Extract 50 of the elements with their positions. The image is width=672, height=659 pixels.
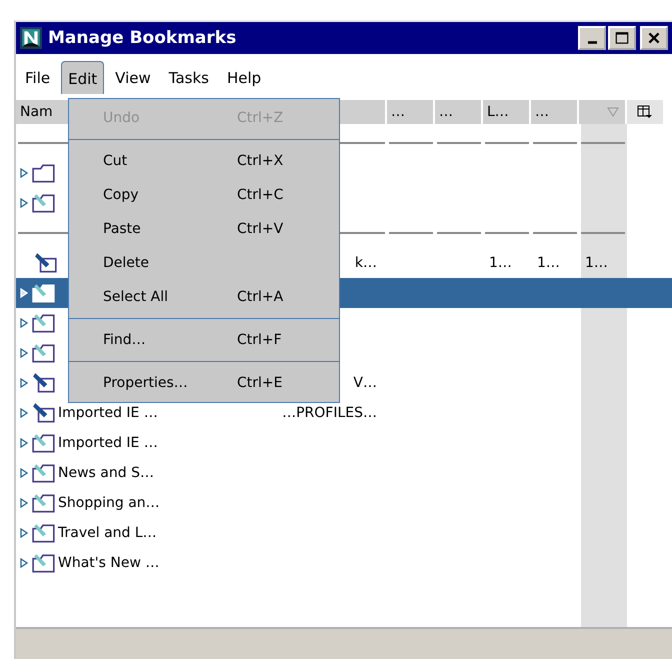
table-cell: k… [354,255,377,271]
menu-command[interactable]: Delete [69,246,339,280]
expand-icon[interactable] [20,528,28,538]
menu-command[interactable]: Copy Ctrl+C [69,178,339,212]
column-picker-button[interactable] [627,100,663,124]
menu-item[interactable]: Tasks [162,60,216,94]
menu-command[interactable]: Paste Ctrl+V [69,212,339,246]
menu-item[interactable]: View [108,60,158,94]
expand-icon[interactable] [20,198,28,208]
menu-command[interactable]: Properties… Ctrl+E [69,366,339,400]
table-cell: 1… [585,255,608,271]
expand-icon[interactable] [20,378,28,388]
column-header[interactable]: … [387,100,433,124]
table-cell: 1… [537,255,560,271]
close-button[interactable] [640,26,668,50]
app-icon [20,27,42,49]
column-header[interactable]: … [435,100,481,124]
menu-item[interactable]: Help [220,60,268,94]
table-cell: 1… [489,255,512,271]
bookmark-name: What's New … [58,555,160,571]
table-cell: V… [353,375,377,391]
maximize-icon [614,31,630,45]
column-header[interactable]: … [531,100,577,124]
column-picker-icon [637,104,653,120]
bookmark-name: Imported IE … [58,405,158,421]
sort-indicator-icon [607,107,619,117]
maximize-button[interactable] [608,26,636,50]
window-title: Manage Bookmarks [48,28,238,48]
expand-icon[interactable] [20,348,28,358]
column-header[interactable]: L… [483,100,529,124]
menu-command[interactable]: Select All Ctrl+A [69,280,339,314]
expand-icon[interactable] [20,558,28,568]
menu-command[interactable]: Find… Ctrl+F [69,323,339,357]
minimize-button[interactable] [578,26,606,50]
expand-icon[interactable] [20,168,28,178]
expand-icon[interactable] [20,498,28,508]
bookmark-name: Travel and L… [58,525,157,541]
table-cell: …PROFILES… [282,405,377,421]
menu-item[interactable]: Edit [61,61,104,94]
expand-icon[interactable] [20,438,28,448]
bookmark-name: News and S… [58,465,154,481]
menu-item[interactable]: File [18,60,58,94]
menu-command[interactable]: Cut Ctrl+X [69,144,339,178]
bookmark-name: Shopping an… [58,495,160,511]
expand-icon[interactable] [20,408,28,418]
expand-icon[interactable] [20,318,28,328]
expand-icon[interactable] [20,468,28,478]
bookmark-name: Imported IE … [58,435,158,451]
close-icon [646,31,662,45]
minimize-icon [588,40,596,44]
